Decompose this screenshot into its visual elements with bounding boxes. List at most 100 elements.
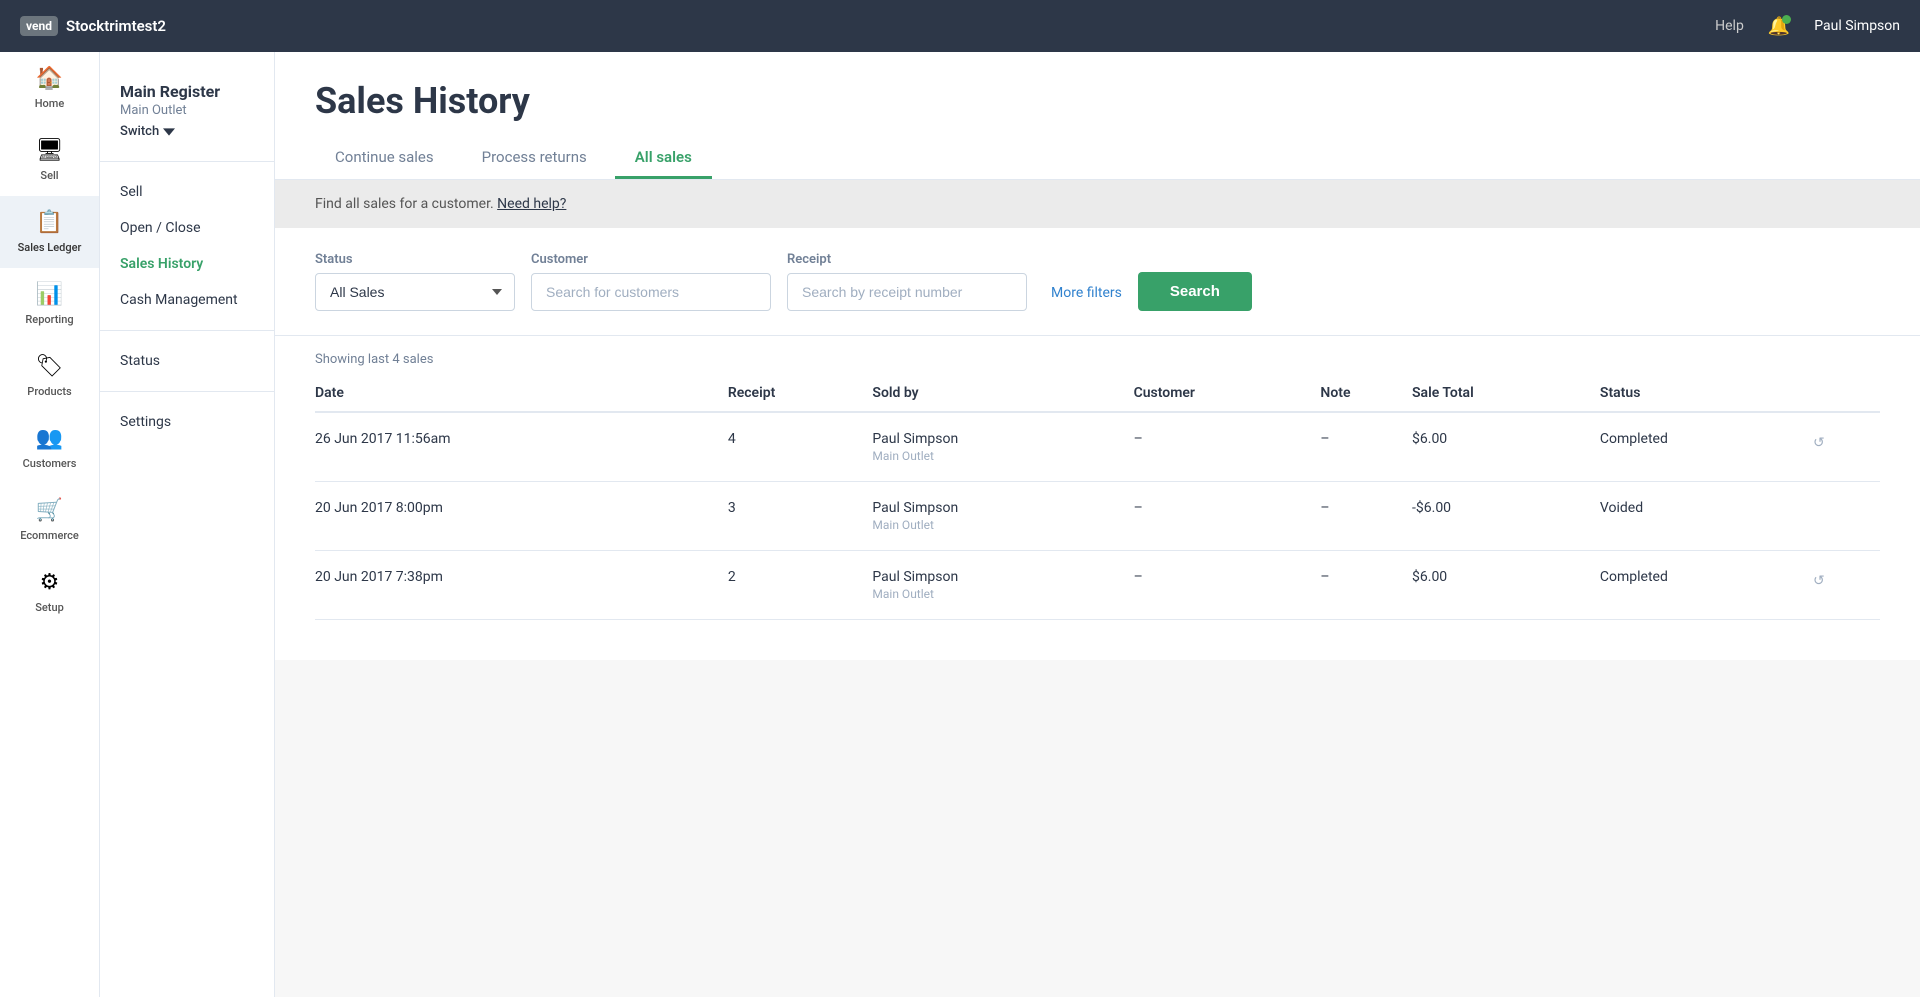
sidebar-item-customers[interactable]: 👥 Customers <box>0 412 99 484</box>
table-row[interactable]: 26 Jun 2017 11:56am 4 Paul Simpson Main … <box>315 412 1880 482</box>
reporting-label: Reporting <box>25 313 73 326</box>
sidebar-item-sales-ledger[interactable]: 📋 Sales Ledger <box>0 196 99 268</box>
outlet-name: Main Outlet <box>120 103 254 118</box>
receipt-search-input[interactable] <box>787 273 1027 311</box>
setup-icon: ⚙ <box>40 570 60 595</box>
refresh-icon[interactable]: ↺ <box>1807 431 1831 455</box>
sidebar-item-ecommerce[interactable]: 🛒 Ecommerce <box>0 484 99 556</box>
topbar-logo: vend Stocktrimtest2 <box>20 16 166 36</box>
filters-section: Status All Sales Completed Voided On Acc… <box>275 228 1920 336</box>
filter-banner-text: Find all sales for a customer. <box>315 196 494 212</box>
col-actions <box>1807 375 1880 412</box>
customers-icon: 👥 <box>36 426 63 451</box>
cell-receipt: 3 <box>728 482 873 551</box>
page-header: Sales History Continue sales Process ret… <box>275 52 1920 180</box>
setup-label: Setup <box>35 601 64 614</box>
cell-status: Completed <box>1600 412 1807 482</box>
tab-continue-sales[interactable]: Continue sales <box>315 138 454 179</box>
status-select[interactable]: All Sales Completed Voided On Account La… <box>315 273 515 311</box>
cell-receipt: 2 <box>728 551 873 620</box>
refresh-icon[interactable]: ↺ <box>1807 569 1831 593</box>
cell-sale-total: -$6.00 <box>1412 482 1600 551</box>
notifications-bell[interactable]: 🔔 <box>1768 16 1790 37</box>
sidebar-link-status[interactable]: Status <box>100 343 274 379</box>
status-filter-group: Status All Sales Completed Voided On Acc… <box>315 252 515 311</box>
page-title: Sales History <box>315 80 1880 122</box>
content-area: Sales History Continue sales Process ret… <box>275 52 1920 997</box>
sidebar-link-cash-management[interactable]: Cash Management <box>100 282 274 318</box>
sold-by-outlet: Main Outlet <box>872 587 1133 601</box>
tab-all-sales[interactable]: All sales <box>615 138 712 179</box>
vend-logo-icon: vend <box>20 16 58 36</box>
home-icon: 🏠 <box>36 66 63 91</box>
table-row[interactable]: 20 Jun 2017 7:38pm 2 Paul Simpson Main O… <box>315 551 1880 620</box>
search-button[interactable]: Search <box>1138 272 1252 311</box>
cell-status: Completed <box>1600 551 1807 620</box>
cell-sale-total: $6.00 <box>1412 551 1600 620</box>
left-nav: 🏠 Home 🖥 Sell 📋 Sales Ledger 📊 Reporting… <box>0 52 100 997</box>
sidebar-link-sell[interactable]: Sell <box>100 174 274 210</box>
cell-customer: – <box>1134 482 1321 551</box>
cell-status: Voided <box>1600 482 1807 551</box>
sidebar-item-reporting[interactable]: 📊 Reporting <box>0 268 99 340</box>
receipt-filter-group: Receipt <box>787 252 1027 311</box>
results-count: Showing last 4 sales <box>315 336 1880 375</box>
cell-note: – <box>1320 482 1412 551</box>
col-status: Status <box>1600 375 1807 412</box>
sales-table: Date Receipt Sold by Customer Note Sale … <box>315 375 1880 620</box>
switch-label: Switch <box>120 124 159 139</box>
cell-note: – <box>1320 551 1412 620</box>
sidebar-item-sell[interactable]: 🖥 Sell <box>0 124 99 196</box>
sales-ledger-icon: 📋 <box>36 210 63 235</box>
sell-label: Sell <box>40 169 58 182</box>
results-section: Showing last 4 sales Date Receipt Sold b… <box>275 336 1920 660</box>
ecommerce-icon: 🛒 <box>36 498 63 523</box>
customer-search-input[interactable] <box>531 273 771 311</box>
tabs: Continue sales Process returns All sales <box>315 138 1880 179</box>
col-sale-total: Sale Total <box>1412 375 1600 412</box>
need-help-link[interactable]: Need help? <box>497 196 566 212</box>
user-menu[interactable]: Paul Simpson <box>1814 18 1900 34</box>
reporting-icon: 📊 <box>36 282 63 307</box>
cell-action <box>1807 482 1880 551</box>
tab-process-returns[interactable]: Process returns <box>462 138 607 179</box>
sidebar-link-sales-history[interactable]: Sales History <box>100 246 274 282</box>
sidebar-link-open-close[interactable]: Open / Close <box>100 210 274 246</box>
cell-date: 26 Jun 2017 11:56am <box>315 412 728 482</box>
customer-filter-group: Customer <box>531 252 771 311</box>
sidebar-divider-2 <box>100 330 274 331</box>
cell-sold-by: Paul Simpson Main Outlet <box>872 482 1133 551</box>
cell-sold-by: Paul Simpson Main Outlet <box>872 551 1133 620</box>
help-link[interactable]: Help <box>1715 18 1744 34</box>
sidebar: Main Register Main Outlet Switch Sell Op… <box>100 52 275 997</box>
cell-receipt: 4 <box>728 412 873 482</box>
cell-action: ↺ <box>1807 412 1880 482</box>
cell-sale-total: $6.00 <box>1412 412 1600 482</box>
cell-customer: – <box>1134 551 1321 620</box>
cell-sold-by: Paul Simpson Main Outlet <box>872 412 1133 482</box>
sidebar-register-section: Main Register Main Outlet Switch <box>100 72 274 149</box>
sidebar-divider-3 <box>100 391 274 392</box>
sidebar-divider-1 <box>100 161 274 162</box>
topbar: vend Stocktrimtest2 Help 🔔 Paul Simpson <box>0 0 1920 52</box>
sales-ledger-label: Sales Ledger <box>18 241 82 254</box>
home-label: Home <box>35 97 65 110</box>
sidebar-item-home[interactable]: 🏠 Home <box>0 52 99 124</box>
cell-date: 20 Jun 2017 7:38pm <box>315 551 728 620</box>
sidebar-item-products[interactable]: 🏷 Products <box>0 340 99 412</box>
register-name: Main Register <box>120 82 254 101</box>
sidebar-item-setup[interactable]: ⚙ Setup <box>0 556 99 628</box>
switch-button[interactable]: Switch <box>120 124 254 139</box>
col-sold-by: Sold by <box>872 375 1133 412</box>
customer-label: Customer <box>531 252 771 267</box>
sold-by-name: Paul Simpson <box>872 500 1133 516</box>
sell-icon: 🖥 <box>36 138 64 163</box>
col-note: Note <box>1320 375 1412 412</box>
sold-by-name: Paul Simpson <box>872 569 1133 585</box>
table-row[interactable]: 20 Jun 2017 8:00pm 3 Paul Simpson Main O… <box>315 482 1880 551</box>
sidebar-link-settings[interactable]: Settings <box>100 404 274 440</box>
cell-customer: – <box>1134 412 1321 482</box>
col-date: Date <box>315 375 728 412</box>
ecommerce-label: Ecommerce <box>20 529 79 542</box>
more-filters-link[interactable]: More filters <box>1051 275 1122 311</box>
